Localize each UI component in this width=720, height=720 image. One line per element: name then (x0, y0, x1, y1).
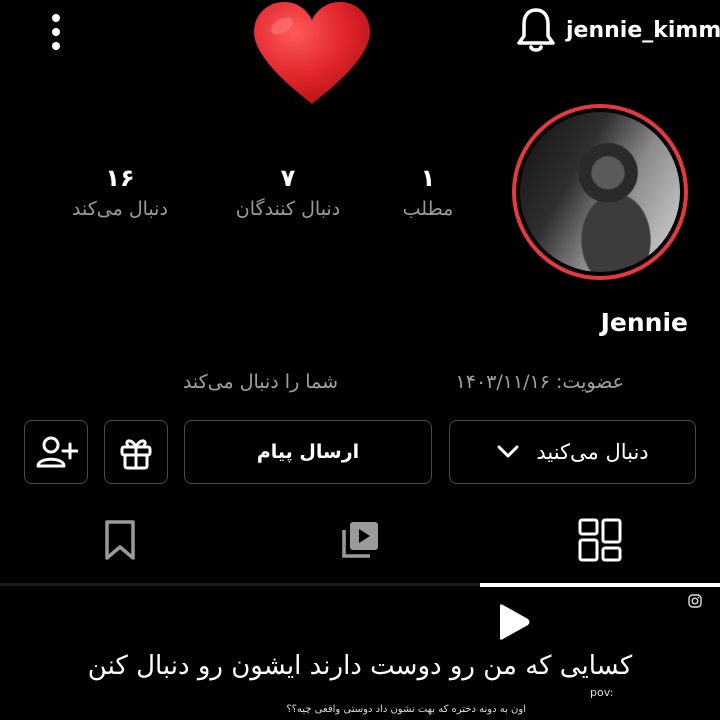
add-user-button[interactable] (24, 420, 88, 484)
active-tab-indicator (480, 583, 720, 587)
more-options-icon[interactable] (42, 14, 70, 50)
tab-grid[interactable] (560, 510, 640, 570)
bookmark-icon (105, 520, 135, 560)
posts-count: ۱ (420, 164, 436, 192)
following-count: ۱۶ (105, 164, 135, 192)
follows-you-label: شما را دنبال می‌کند (182, 371, 338, 393)
send-message-button[interactable]: ارسال پیام (184, 420, 432, 484)
stat-following[interactable]: ۱۶ دنبال می‌کند (50, 164, 190, 220)
chevron-down-icon (497, 445, 519, 458)
post-caption: کسایی که من رو دوست دارند ایشون رو دنبال… (87, 651, 633, 681)
add-user-icon (36, 436, 78, 468)
grid-icon (578, 518, 622, 562)
bell-icon[interactable] (516, 6, 556, 54)
heart-icon (254, 2, 370, 104)
avatar[interactable] (520, 112, 680, 272)
stat-followers[interactable]: ۷ دنبال کنندگان (218, 164, 358, 220)
reels-icon (342, 522, 378, 558)
posts-label: مطلب (402, 198, 454, 220)
post-pov-text: pov: (590, 686, 614, 699)
stat-posts[interactable]: ۱ مطلب (358, 164, 498, 220)
send-message-label: ارسال پیام (256, 441, 360, 463)
profile-username: jennie_kimm1 (566, 18, 720, 43)
followers-label: دنبال کنندگان (235, 198, 341, 220)
following-label: دنبال می‌کند (72, 198, 168, 220)
post-subcaption: اون به دونه دختره که بهت نشون داد دوستی … (286, 704, 526, 715)
followers-count: ۷ (280, 164, 296, 192)
following-button[interactable]: دنبال می‌کنید (449, 420, 696, 484)
gift-icon (120, 439, 152, 470)
instagram-icon (688, 594, 702, 608)
following-button-label: دنبال می‌کنید (536, 440, 649, 464)
avatar-story-ring[interactable] (512, 104, 688, 280)
join-date: عضویت: ۱۴۰۳/۱۱/۱۶ (455, 371, 624, 393)
play-icon[interactable] (494, 602, 532, 642)
tab-reels[interactable] (320, 510, 400, 570)
tab-saved[interactable] (80, 510, 160, 570)
gift-button[interactable] (104, 420, 168, 484)
display-name: Jennie (600, 308, 688, 337)
